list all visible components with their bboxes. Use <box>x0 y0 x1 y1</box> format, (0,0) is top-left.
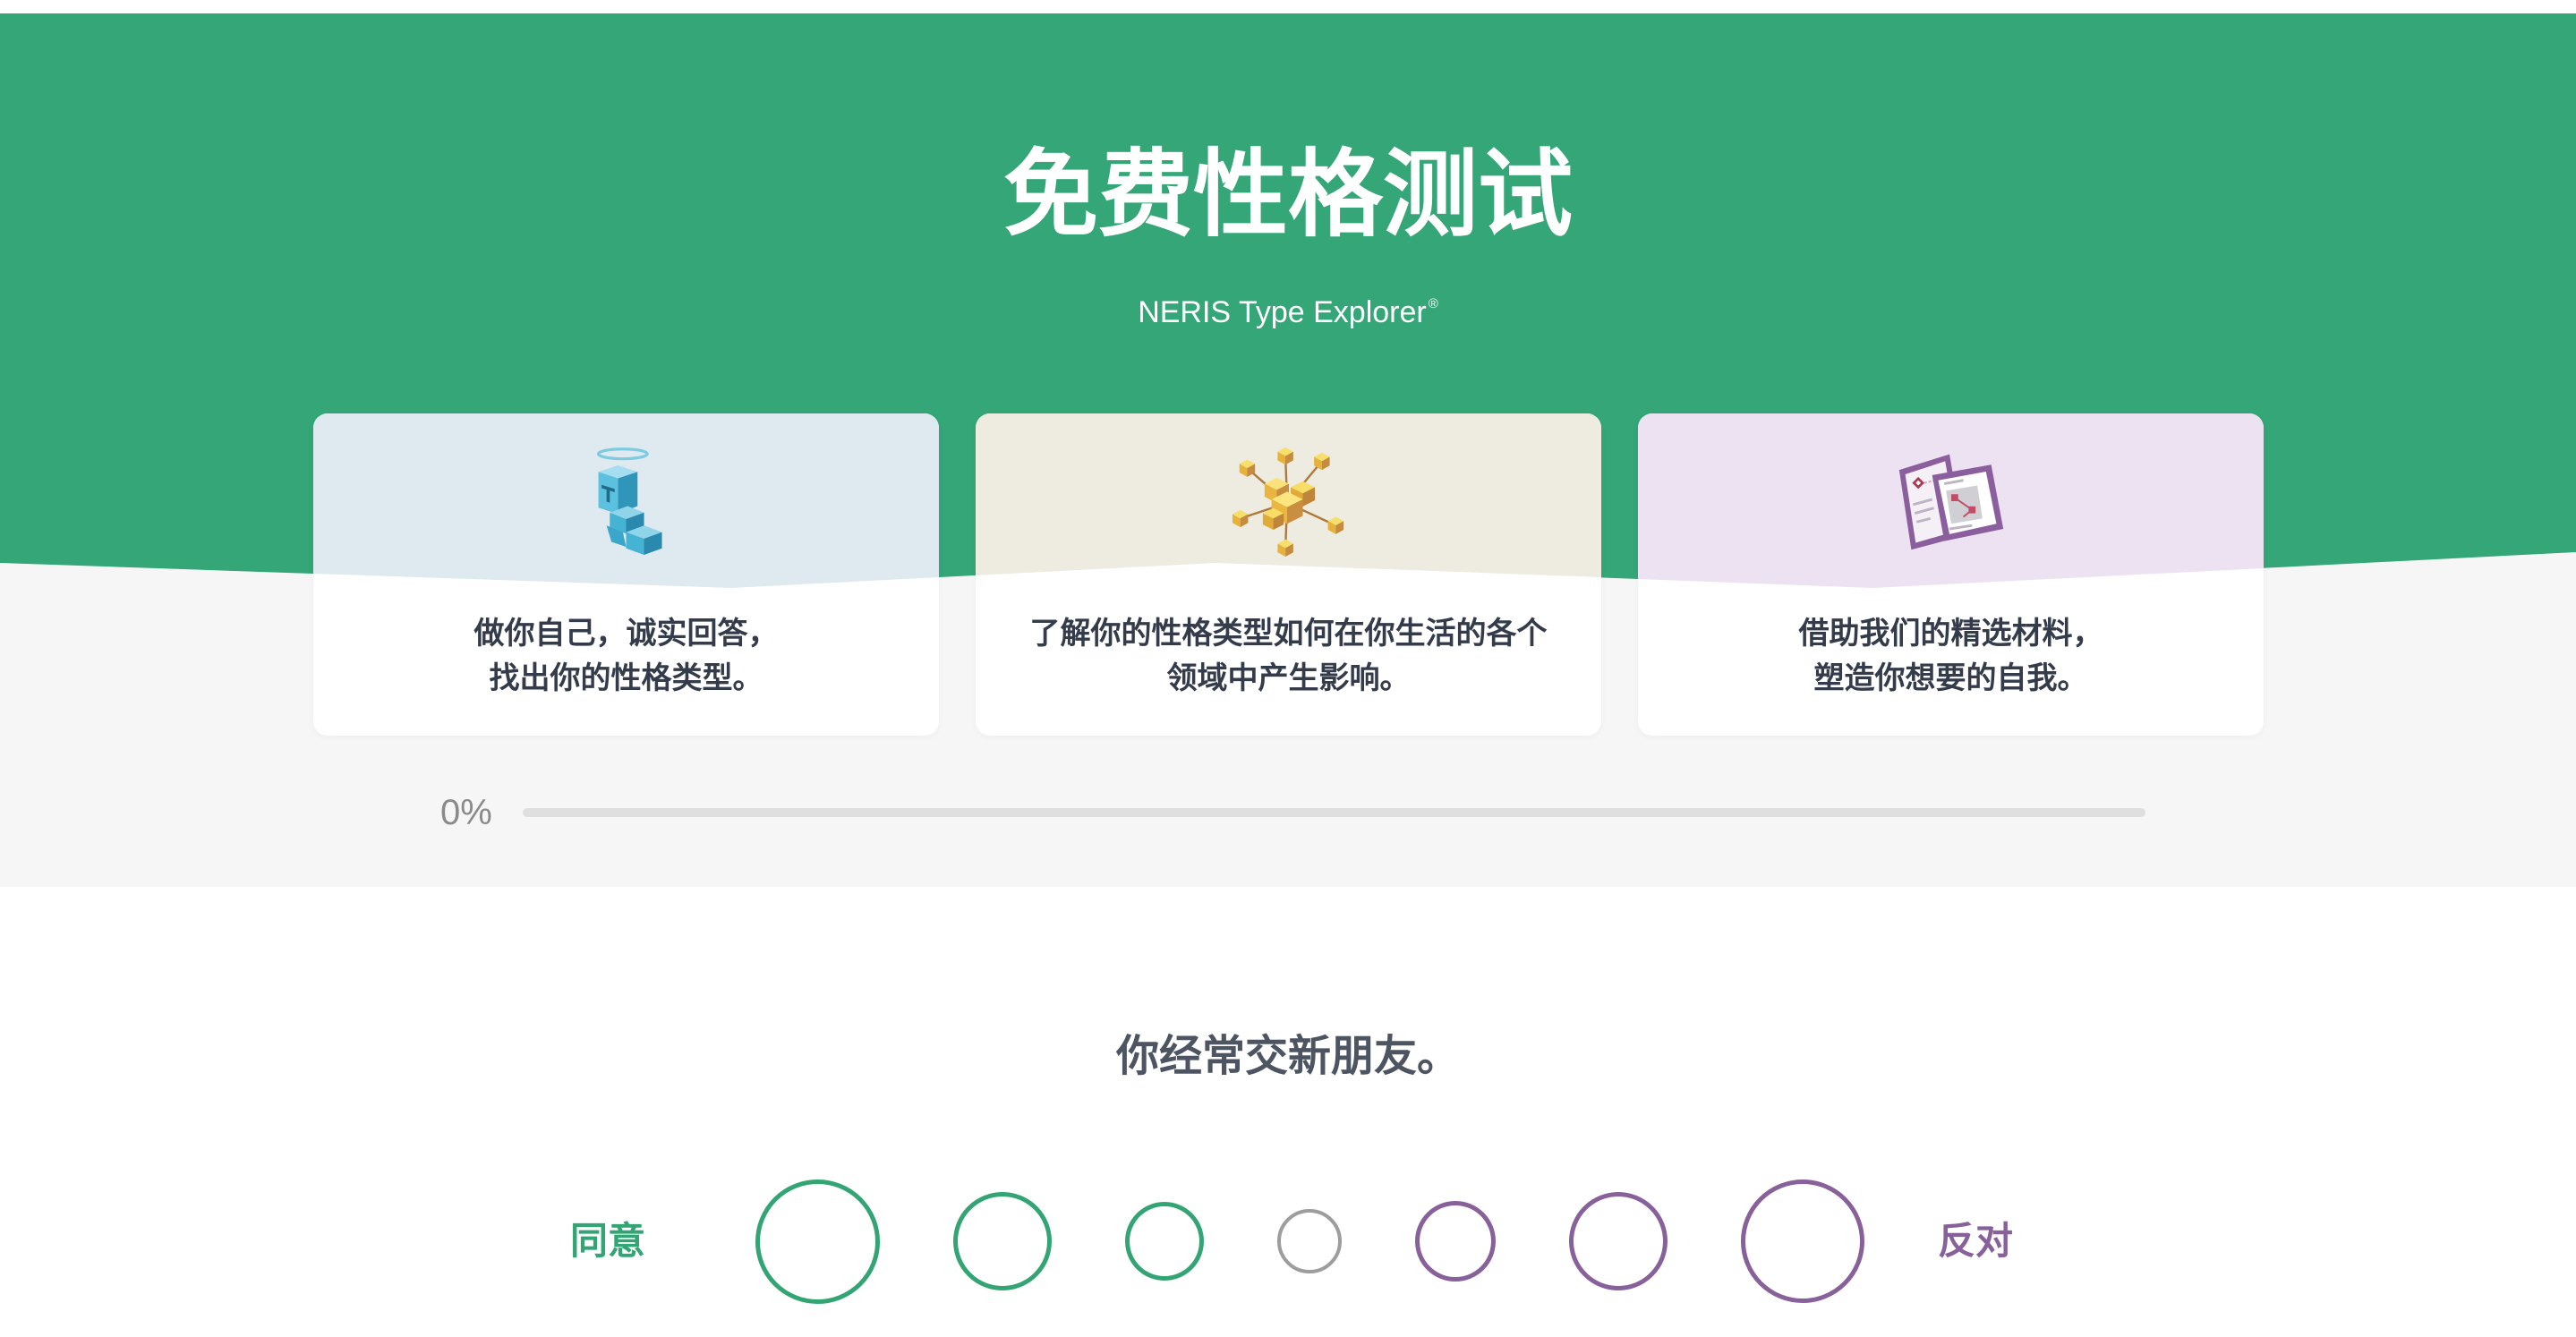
intro-card-shape-yourself: 借助我们的精选材料， 塑造你想要的自我。 <box>1638 413 2264 736</box>
intro-card-type-influence: 了解你的性格类型如何在你生活的各个 领域中产生影响。 <box>976 413 1601 736</box>
registered-mark: ® <box>1428 296 1438 311</box>
card-line: 做你自己，诚实回答， <box>473 616 779 651</box>
intro-card-be-yourself: 做你自己，诚实回答， 找出你的性格类型。 <box>313 413 939 736</box>
answer-scale <box>755 1179 1864 1304</box>
card-description: 借助我们的精选材料， 塑造你想要的自我。 <box>1638 611 2264 701</box>
intro-cards: 做你自己，诚实回答， 找出你的性格类型。 了解你的性格类型如何在你生活的各个 领… <box>313 413 2264 736</box>
page-title: 免费性格测试 <box>1003 140 1573 250</box>
answer-option-disagree[interactable] <box>1569 1192 1668 1290</box>
answer-option-neutral[interactable] <box>1277 1209 1342 1273</box>
answer-option-slightly-agree[interactable] <box>1125 1202 1204 1281</box>
card-line: 借助我们的精选材料， <box>1798 616 2103 651</box>
card-line: 找出你的性格类型。 <box>489 660 763 696</box>
progress-percent: 0% <box>440 793 492 832</box>
answer-option-agree[interactable] <box>953 1192 1052 1290</box>
agree-label: 同意 <box>570 1219 646 1263</box>
page-subtitle: NERIS Type Explorer ® <box>0 285 2576 332</box>
card-line: 塑造你想要的自我。 <box>1813 660 2088 696</box>
angel-cube-tower-icon <box>596 447 662 556</box>
disagree-label: 反对 <box>1938 1219 2014 1263</box>
card-line: 领域中产生影响。 <box>1166 660 1411 696</box>
answer-option-strongly-disagree[interactable] <box>1741 1179 1864 1303</box>
product-name: NERIS Type Explorer <box>1138 295 1427 329</box>
progress-bar <box>523 808 2145 817</box>
folded-papers-icon <box>1898 454 2003 550</box>
cube-network-icon <box>1232 447 1343 558</box>
card-description: 了解你的性格类型如何在你生活的各个 领域中产生影响。 <box>976 611 1601 701</box>
card-line: 了解你的性格类型如何在你生活的各个 <box>1029 616 1548 651</box>
answer-option-strongly-agree[interactable] <box>755 1179 880 1304</box>
question-text: 你经常交新朋友。 <box>1115 1031 1460 1081</box>
card-description: 做你自己，诚实回答， 找出你的性格类型。 <box>313 611 939 701</box>
answer-option-slightly-disagree[interactable] <box>1415 1201 1496 1282</box>
